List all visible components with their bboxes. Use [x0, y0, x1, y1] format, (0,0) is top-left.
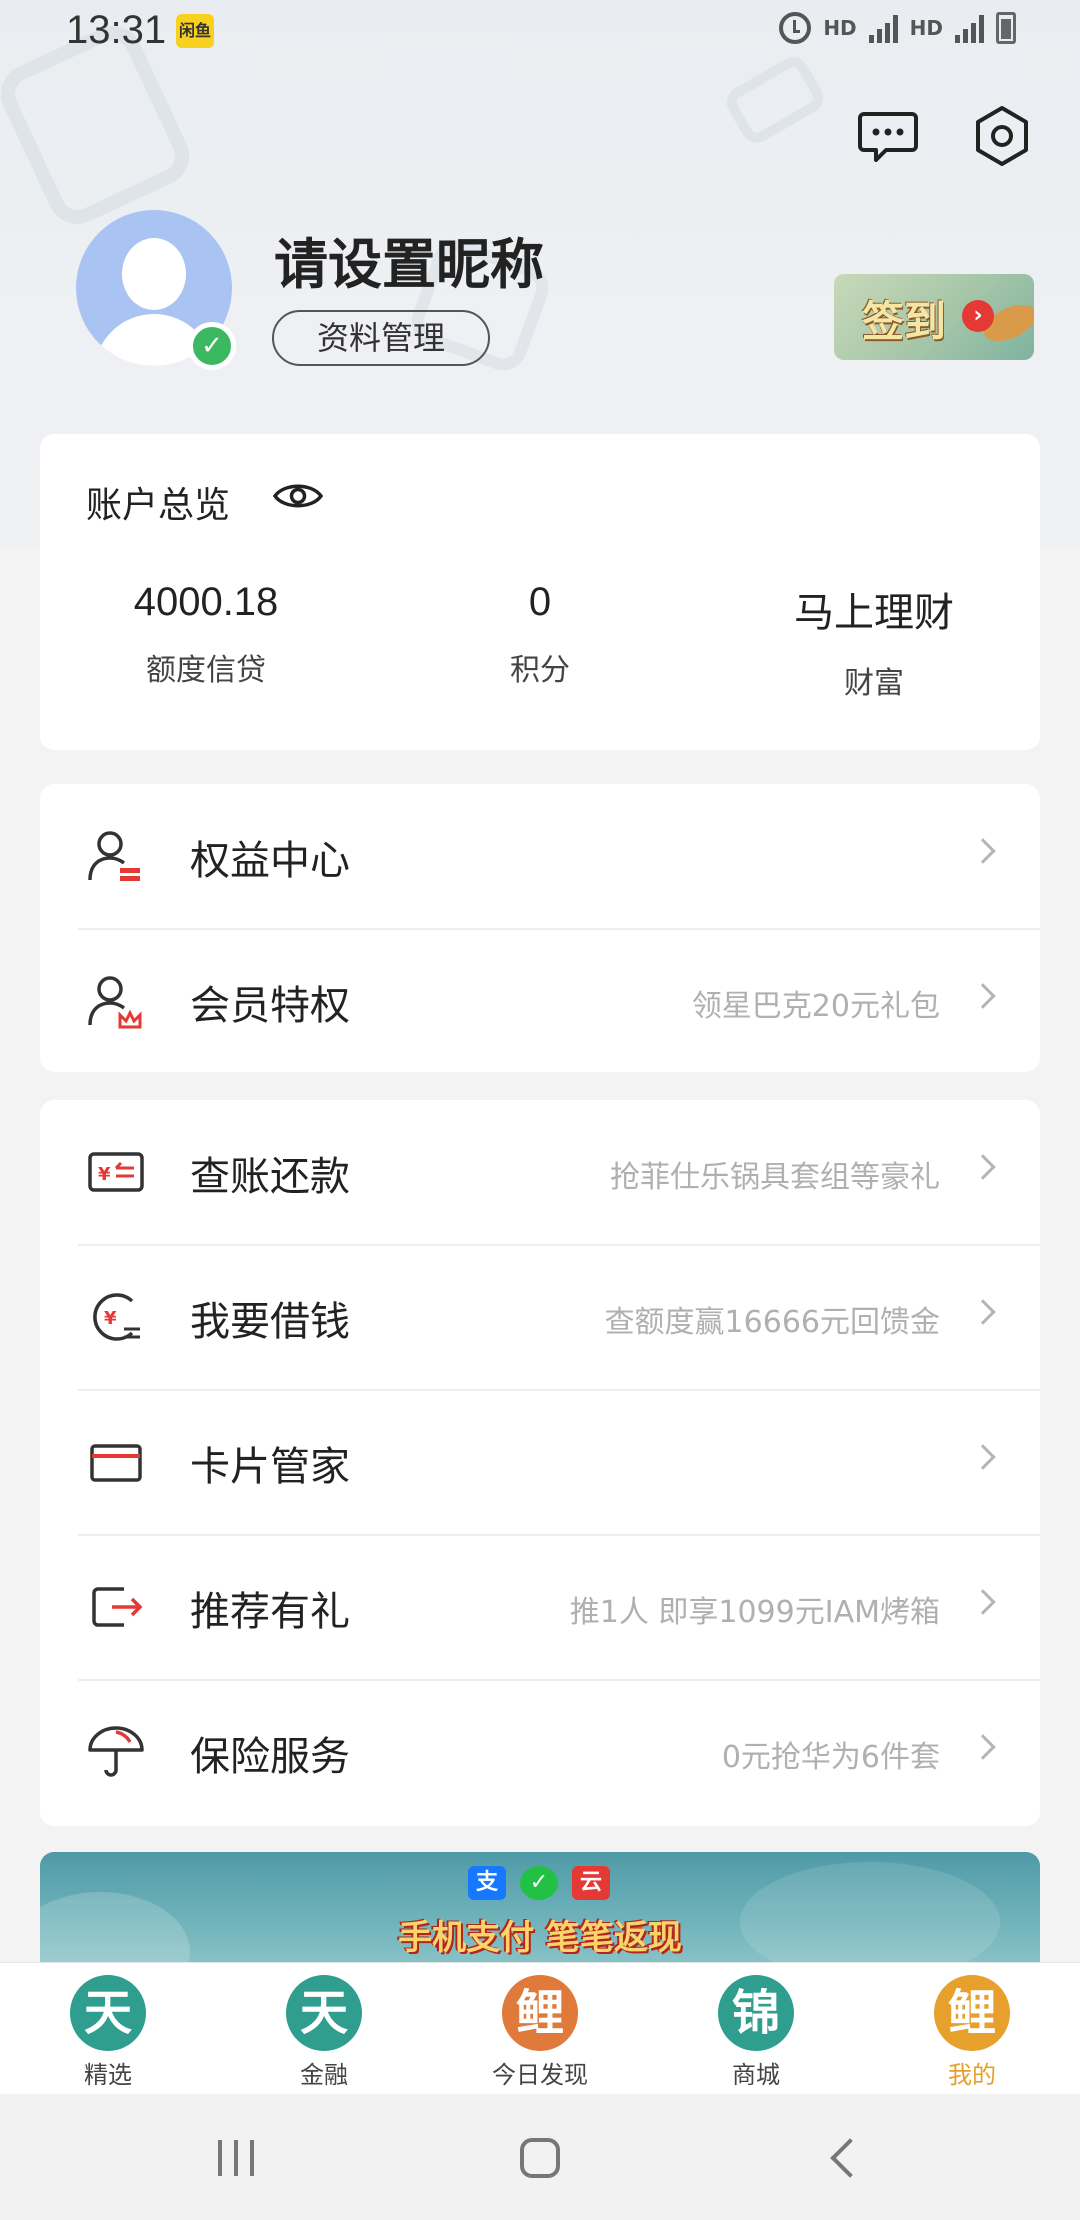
bottom-tab-bar: 天 精选 天 金融 鲤 今日发现 锦 商城 鲤 我的: [0, 1962, 1080, 2094]
menu-subtitle: 0元抢华为6件套: [721, 1740, 940, 1775]
user-card-icon: [88, 831, 140, 881]
verified-check-icon: ✓: [188, 322, 236, 370]
menu-label: 查账还款: [190, 1154, 350, 1200]
alipay-icon: 支: [468, 1866, 506, 1900]
menu-subtitle: 查额度赢16666元回馈金: [604, 1305, 940, 1340]
credit-limit-item[interactable]: 4000.18 额度信贷: [56, 580, 356, 689]
tab-label: 今日发现: [492, 2061, 588, 2089]
discover-tab-icon: 鲤: [502, 1975, 578, 2051]
signal-icon-1: [868, 13, 898, 43]
menu-label: 保险服务: [190, 1734, 350, 1780]
menu-label: 我要借钱: [190, 1299, 350, 1345]
network-label-3: HD: [909, 16, 943, 40]
tab-mine[interactable]: 鲤 我的: [864, 1975, 1080, 2090]
status-indicators: HD HD: [779, 12, 1016, 44]
wechat-pay-icon: ✓: [520, 1866, 558, 1900]
chevron-right-icon: [970, 838, 996, 864]
umbrella-icon: [88, 1726, 144, 1777]
account-overview-title: 账户总览: [86, 485, 231, 526]
menu-subtitle: 推1人 即享1099元IAM烤箱: [569, 1595, 940, 1630]
finance-tab-icon: 天: [286, 1975, 362, 2051]
credit-limit-label: 额度信贷: [146, 653, 266, 688]
featured-tab-icon: 天: [70, 1975, 146, 2051]
mall-tab-icon: 锦: [718, 1975, 794, 2051]
menu-subtitle: 领星巴克20元礼包: [691, 989, 940, 1024]
menu-group-2: ¥ 查账还款 抢菲仕乐锅具套组等豪礼 ¥ 我要借钱 查额度赢16666元回馈金 …: [40, 1100, 1040, 1826]
user-crown-icon: [88, 976, 142, 1029]
promo-banner[interactable]: 支 ✓ 云 手机支付 笔笔返现: [40, 1852, 1040, 1964]
credit-limit-value: 4000.18: [133, 580, 279, 624]
tab-featured[interactable]: 天 精选: [0, 1975, 216, 2090]
menu-item-referral[interactable]: 推荐有礼 推1人 即享1099元IAM烤箱: [40, 1535, 1040, 1680]
mine-tab-icon: 鲤: [934, 1975, 1010, 2051]
wealth-label: 财富: [844, 666, 904, 701]
points-item[interactable]: 0 积分: [390, 580, 690, 689]
wealth-value: 马上理财: [794, 591, 954, 635]
menu-label: 推荐有礼: [190, 1589, 350, 1635]
svg-text:¥: ¥: [104, 1308, 117, 1329]
chevron-right-icon: [970, 1444, 996, 1470]
status-bar: 13:31 闲鱼 HD HD: [0, 0, 1080, 64]
chevron-right-icon: [970, 983, 996, 1009]
home-icon[interactable]: [520, 2138, 560, 2178]
tab-finance[interactable]: 天 金融: [216, 1975, 432, 2090]
points-value: 0: [528, 580, 552, 624]
message-icon[interactable]: [856, 104, 920, 168]
share-icon: [92, 1587, 143, 1627]
tab-label: 商城: [732, 2061, 780, 2089]
checkin-label: 签到: [862, 297, 947, 346]
tab-discover[interactable]: 鲤 今日发现: [432, 1975, 648, 2090]
app-notification-badge: 闲鱼: [176, 14, 214, 48]
menu-label: 权益中心: [190, 838, 350, 884]
chevron-right-icon: [970, 1299, 996, 1325]
menu-label: 会员特权: [190, 983, 350, 1029]
menu-item-member-privileges[interactable]: 会员特权 领星巴克20元礼包: [40, 929, 1040, 1074]
chevron-right-icon: [970, 1154, 996, 1180]
tab-label: 金融: [300, 2061, 348, 2089]
points-label: 积分: [510, 653, 570, 688]
tab-label: 精选: [84, 2061, 132, 2089]
unionpay-icon: 云: [572, 1866, 610, 1900]
menu-item-insurance[interactable]: 保险服务 0元抢华为6件套: [40, 1680, 1040, 1825]
wealth-item[interactable]: 马上理财 财富: [724, 580, 1024, 702]
profile-manage-button[interactable]: 资料管理: [272, 310, 490, 366]
menu-subtitle: 抢菲仕乐锅具套组等豪礼: [610, 1160, 940, 1195]
bill-repay-icon: ¥: [88, 1152, 144, 1192]
payment-icons: 支 ✓ 云: [468, 1866, 610, 1900]
battery-icon: [996, 12, 1016, 44]
tab-label: 我的: [948, 2061, 996, 2089]
banner-slogan: 手机支付 笔笔返现: [398, 1918, 682, 1958]
menu-item-borrow-money[interactable]: ¥ 我要借钱 查额度赢16666元回馈金: [40, 1245, 1040, 1390]
card-icon: [90, 1444, 142, 1482]
tab-mall[interactable]: 锦 商城: [648, 1975, 864, 2090]
status-time: 13:31: [66, 8, 167, 52]
menu-group-1: 权益中心 会员特权 领星巴克20元礼包: [40, 784, 1040, 1072]
chevron-right-icon: [970, 1734, 996, 1760]
back-icon[interactable]: [830, 2138, 870, 2178]
menu-item-bill-repay[interactable]: ¥ 查账还款 抢菲仕乐锅具套组等豪礼: [40, 1100, 1040, 1245]
eye-icon[interactable]: [272, 478, 324, 514]
system-navigation-bar: [0, 2094, 1080, 2220]
signal-icon-2: [955, 13, 984, 43]
nickname[interactable]: 请设置昵称: [274, 220, 544, 299]
arrow-right-icon: ›: [962, 300, 994, 332]
network-label-1: HD: [823, 16, 857, 40]
svg-text:¥: ¥: [98, 1164, 111, 1185]
account-overview-card: 账户总览 4000.18 额度信贷 0 积分 马上理财 财富: [40, 434, 1040, 750]
borrow-money-icon: ¥: [93, 1293, 140, 1341]
menu-label: 卡片管家: [190, 1444, 350, 1490]
alarm-icon: [779, 12, 812, 44]
menu-item-card-manager[interactable]: 卡片管家: [40, 1390, 1040, 1535]
chevron-right-icon: [970, 1589, 996, 1615]
settings-icon[interactable]: [970, 104, 1034, 168]
menu-item-benefits-center[interactable]: 权益中心: [40, 784, 1040, 929]
checkin-button[interactable]: 签到 ›: [834, 274, 1034, 360]
recent-apps-icon[interactable]: [218, 2140, 254, 2176]
